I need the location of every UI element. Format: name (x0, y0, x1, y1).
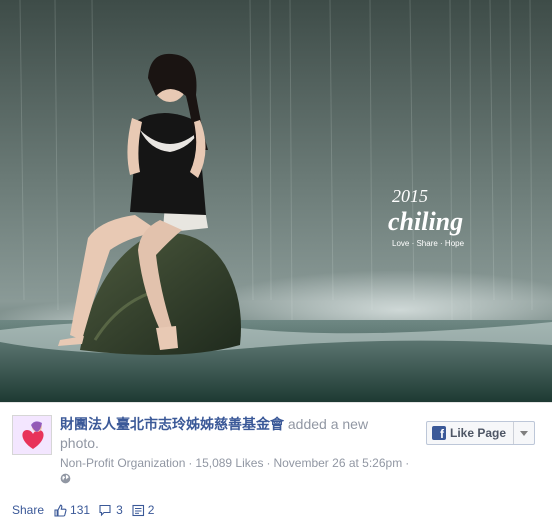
meta-separator: · (188, 456, 193, 470)
like-page-button[interactable]: f Like Page (426, 421, 536, 445)
waterfall-photo-image: 2015 chiling Love · Share · Hope (0, 0, 552, 402)
shares-count: 3 (116, 503, 123, 517)
like-page-main[interactable]: f Like Page (427, 422, 515, 444)
page-name-link[interactable]: 財團法人臺北市志玲姊姊慈善基金會 (60, 416, 284, 432)
thumbs-up-icon (54, 504, 67, 517)
share-bubble-icon (99, 504, 111, 516)
page-avatar[interactable] (12, 415, 52, 455)
meta-separator: · (266, 456, 271, 470)
shares-stat[interactable]: 3 (99, 503, 123, 517)
post-timestamp[interactable]: November 26 at 5:26pm (273, 456, 402, 470)
heart-avatar-icon (13, 416, 51, 454)
like-page-label: Like Page (450, 426, 507, 440)
facebook-f-icon: f (432, 426, 446, 441)
post-headline: 財團法人臺北市志玲姊姊慈善基金會 added a new photo. (60, 415, 405, 453)
watermark-script-name: chiling (388, 207, 463, 236)
like-page-dropdown[interactable] (514, 422, 534, 444)
watermark-tagline: Love · Share · Hope (392, 239, 465, 248)
globe-icon[interactable] (60, 473, 71, 484)
comment-icon (132, 504, 144, 516)
page-category: Non-Profit Organization (60, 456, 186, 470)
post-meta: Non-Profit Organization · 15,089 Likes · Nov… (60, 455, 420, 471)
post-footer: 財團法人臺北市志玲姊姊慈善基金會 added a new photo. Non-… (0, 402, 552, 530)
share-link[interactable]: Share (12, 503, 44, 517)
caret-down-icon (520, 430, 529, 436)
watermark-year: 2015 (392, 186, 428, 206)
likes-count: 131 (70, 503, 91, 517)
meta-separator: · (405, 456, 410, 470)
likes-stat[interactable]: 131 (54, 503, 90, 517)
post-actions: Share 131 3 2 (12, 501, 163, 519)
post-photo[interactable]: 2015 chiling Love · Share · Hope (0, 0, 552, 402)
page-likes-count[interactable]: 15,089 Likes (195, 456, 263, 470)
comments-count: 2 (147, 503, 155, 517)
comments-stat[interactable]: 2 (132, 503, 155, 517)
